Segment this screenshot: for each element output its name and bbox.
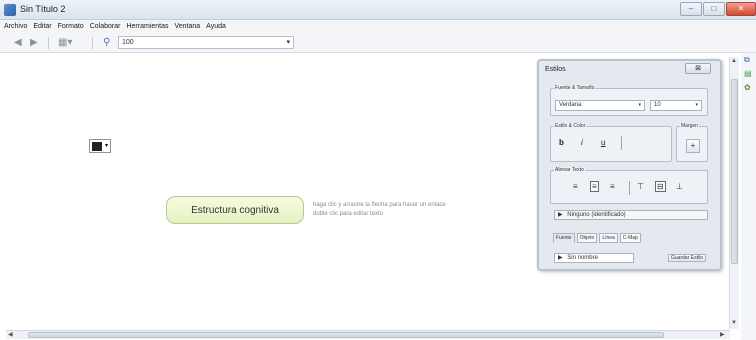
chevron-down-icon: ▾ — [286, 39, 290, 46]
underline-button[interactable]: u — [601, 138, 605, 147]
menu-editar[interactable]: Editar — [33, 23, 51, 30]
menu-ventana[interactable]: Ventana — [174, 23, 200, 30]
text-align-label: Alinear Texto — [554, 167, 585, 173]
menu-ayuda[interactable]: Ayuda — [206, 23, 226, 30]
window-title: Sin Título 2 — [20, 4, 66, 14]
valign-bottom-icon[interactable]: ⊥ — [676, 182, 683, 191]
italic-button[interactable]: i — [581, 138, 583, 147]
scroll-right-icon[interactable]: ▶ — [720, 331, 725, 338]
font-size-value: 10 — [654, 102, 661, 108]
forward-arrow-icon[interactable]: ▶ — [30, 37, 38, 48]
horizontal-scrollbar[interactable]: ◀ ▶ — [6, 330, 730, 339]
tab-linea[interactable]: Línea — [599, 233, 618, 243]
style-color-label: Estilo & Color — [554, 123, 587, 129]
margin-label: Margen — [680, 123, 699, 129]
style-color-group: Estilo & Color b i u — [550, 123, 672, 162]
menu-colaborar[interactable]: Colaborar — [90, 23, 121, 30]
align-right-icon[interactable]: ≡ — [610, 182, 615, 191]
close-button[interactable]: ✕ — [726, 2, 756, 16]
toolbar-separator — [92, 37, 93, 49]
list-icon[interactable]: ▤ — [744, 69, 752, 78]
valign-middle-icon[interactable]: ⊟ — [655, 181, 666, 192]
chevron-down-icon: ▾ — [638, 102, 641, 108]
side-tools-strip: ⧉ ▤ ✿ — [741, 53, 756, 340]
selection-label: Ninguno (identificado) — [567, 212, 626, 218]
menu-herramientas[interactable]: Herramientas — [126, 23, 168, 30]
styles-tabs: Fuente Objeto Línea C-Map — [553, 233, 643, 243]
scroll-down-icon[interactable]: ▼ — [731, 320, 737, 326]
tab-objeto[interactable]: Objeto — [576, 233, 598, 243]
expand-icon[interactable]: ▶ — [558, 255, 563, 261]
concept-label: Estructura cognitiva — [191, 204, 279, 216]
style-name-field[interactable]: ▶ Sin nombre — [554, 253, 634, 263]
vertical-scroll-thumb[interactable] — [731, 79, 738, 264]
scroll-up-icon[interactable]: ▲ — [731, 58, 737, 64]
tab-fuente[interactable]: Fuente — [553, 233, 575, 243]
align-center-icon[interactable]: ≡ — [590, 181, 599, 192]
minimize-button[interactable]: – — [680, 2, 702, 16]
menu-bar: Archivo Editar Formato Colaborar Herrami… — [0, 20, 756, 33]
chevron-down-icon: ▾ — [695, 102, 698, 108]
horizontal-scroll-thumb[interactable] — [28, 332, 664, 338]
bold-button[interactable]: b — [559, 138, 564, 147]
tree-icon[interactable]: ✿ — [744, 83, 751, 92]
zoom-value: 100 — [122, 39, 134, 46]
menu-archivo[interactable]: Archivo — [4, 23, 27, 30]
font-family-value: Verdana — [559, 102, 582, 108]
scroll-left-icon[interactable]: ◀ — [8, 331, 13, 338]
divider — [621, 136, 622, 150]
stack-icon[interactable]: ⧉ — [744, 55, 750, 65]
vertical-scrollbar[interactable]: ▲ ▼ — [729, 57, 739, 329]
font-family-select[interactable]: Verdana ▾ — [555, 100, 645, 111]
window-controls: – □ ✕ — [680, 0, 756, 18]
margin-button[interactable]: + — [686, 139, 700, 153]
save-style-button[interactable]: Guardar Estilo — [668, 254, 706, 262]
styles-panel-title: Estilos — [545, 66, 566, 73]
divider — [629, 181, 630, 195]
tab-cmap[interactable]: C-Map — [619, 233, 641, 243]
app-icon — [4, 4, 16, 16]
styles-panel-header: Estilos ⊠ — [539, 61, 720, 76]
color-swatch — [92, 142, 102, 151]
font-group-label: Fuente & Tamaño — [554, 85, 596, 91]
chevron-down-icon: ▾ — [104, 143, 108, 149]
style-name-value: Sin nombre — [567, 255, 598, 261]
title-bar: Sin Título 2 – □ ✕ — [0, 0, 756, 20]
hint-edit: doble clic para editar texto — [313, 211, 384, 217]
zoom-select[interactable]: 100 ▾ — [118, 36, 294, 49]
selection-info: ▶ Ninguno (identificado) — [554, 210, 708, 220]
zoom-icon[interactable]: ⚲ — [103, 37, 110, 48]
maximize-button[interactable]: □ — [703, 2, 725, 16]
back-arrow-icon[interactable]: ◀ — [14, 37, 22, 48]
view-menu-icon[interactable]: ▦▾ — [58, 37, 72, 48]
toolbar-separator — [48, 37, 49, 49]
panel-close-button[interactable]: ⊠ — [685, 63, 711, 74]
hint-link: haga clic y arrastre la flecha para hace… — [313, 202, 446, 208]
valign-top-icon[interactable]: ⊤ — [637, 182, 644, 191]
toolbar: ◀ ▶ ▦▾ ⚲ 100 ▾ — [0, 33, 756, 53]
concept-node[interactable]: Estructura cognitiva — [166, 196, 304, 224]
expand-icon[interactable]: ▶ — [558, 212, 563, 218]
font-size-select[interactable]: 10 ▾ — [650, 100, 702, 111]
align-left-icon[interactable]: ≡ — [573, 182, 578, 191]
menu-formato[interactable]: Formato — [58, 23, 84, 30]
text-color-button[interactable]: ▾ — [89, 139, 111, 153]
